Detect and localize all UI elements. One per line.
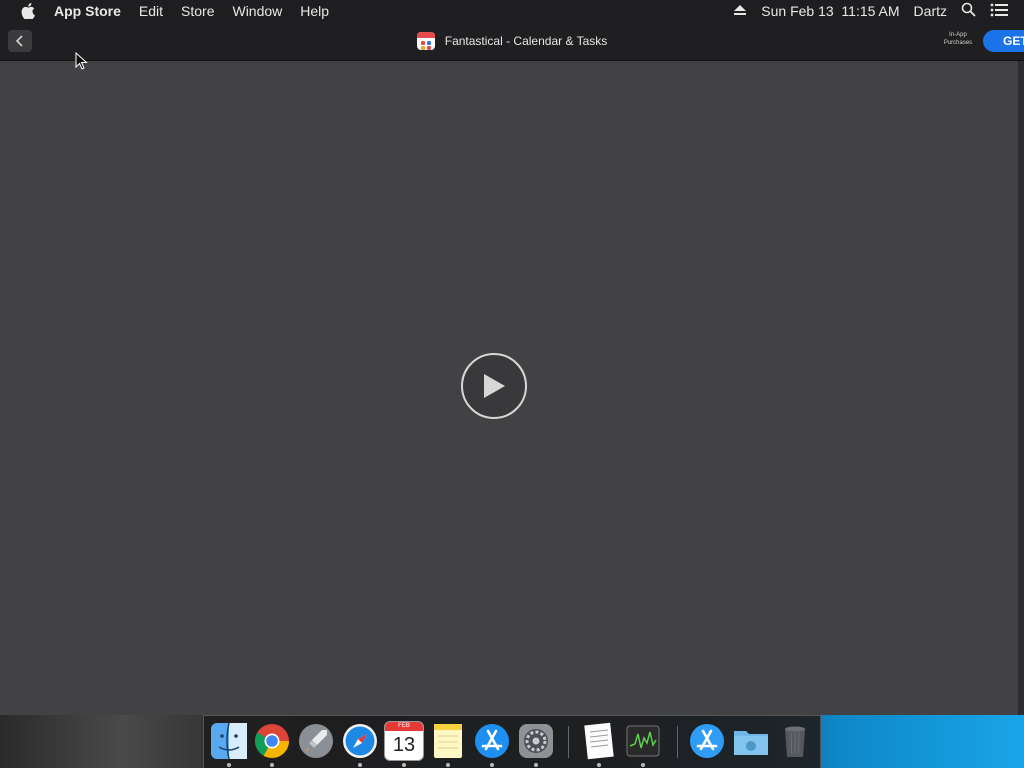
iap-line-1: In-App — [949, 32, 967, 38]
dock-separator — [677, 726, 678, 758]
iap-line-2: Purchases — [943, 40, 973, 46]
preview-video[interactable] — [0, 61, 1018, 715]
fantastical-app-icon — [416, 32, 435, 50]
running-indicator — [641, 763, 645, 767]
get-button[interactable]: GET — [983, 30, 1024, 52]
running-indicator — [534, 763, 538, 767]
running-indicator — [402, 763, 406, 767]
calendar-day: 13 — [392, 734, 416, 756]
window-title-text: Fantastical - Calendar & Tasks — [444, 34, 608, 48]
menu-help[interactable]: Help — [300, 3, 329, 19]
running-indicator — [227, 763, 231, 767]
dock-separator — [568, 726, 569, 758]
chevron-left-icon — [15, 35, 23, 47]
play-icon — [484, 374, 505, 398]
app-store-icon[interactable] — [473, 722, 511, 760]
chrome-icon[interactable] — [253, 722, 291, 760]
running-indicator — [597, 763, 601, 767]
app-store-download-icon[interactable] — [688, 722, 726, 760]
menu-bar: App Store Edit Store Window Help Sun Feb… — [0, 0, 1024, 22]
running-indicator — [446, 763, 450, 767]
downloads-folder-icon[interactable] — [732, 722, 770, 760]
trash-icon[interactable] — [776, 722, 814, 760]
calendar-month: FEB — [385, 722, 423, 731]
running-indicator — [358, 763, 362, 767]
calendar-icon[interactable]: FEB 13 — [385, 722, 423, 760]
mouse-cursor-icon — [75, 52, 88, 70]
app-store-window: Fantastical - Calendar & Tasks In-App Pu… — [0, 22, 1024, 715]
safari-icon[interactable] — [341, 722, 379, 760]
in-app-purchases-label: In-App Purchases — [934, 31, 982, 47]
finder-icon[interactable] — [210, 722, 248, 760]
window-title: Fantastical - Calendar & Tasks — [0, 22, 1024, 60]
menu-window[interactable]: Window — [232, 3, 282, 19]
play-button[interactable] — [461, 353, 527, 419]
system-preferences-icon[interactable] — [517, 722, 555, 760]
spotlight-search-icon[interactable] — [961, 2, 976, 20]
menu-app-store[interactable]: App Store — [54, 3, 121, 19]
back-button[interactable] — [8, 30, 32, 52]
apple-menu-icon[interactable] — [18, 3, 38, 19]
dock: FEB 13 — [203, 715, 821, 768]
notification-center-icon[interactable] — [990, 3, 1008, 20]
menu-edit[interactable]: Edit — [139, 3, 163, 19]
notes-icon[interactable] — [429, 722, 467, 760]
menubar-user[interactable]: Dartz — [914, 3, 947, 19]
window-right-edge — [1018, 61, 1024, 715]
menubar-clock[interactable]: Sun Feb 13 11:15 AM — [761, 3, 899, 19]
running-indicator — [270, 763, 274, 767]
launchpad-icon[interactable] — [297, 722, 335, 760]
textedit-icon[interactable] — [580, 722, 618, 760]
running-indicator — [490, 763, 494, 767]
menu-store[interactable]: Store — [181, 3, 214, 19]
eject-icon[interactable] — [733, 3, 747, 19]
activity-monitor-icon[interactable] — [624, 722, 662, 760]
window-toolbar: Fantastical - Calendar & Tasks In-App Pu… — [0, 22, 1024, 61]
